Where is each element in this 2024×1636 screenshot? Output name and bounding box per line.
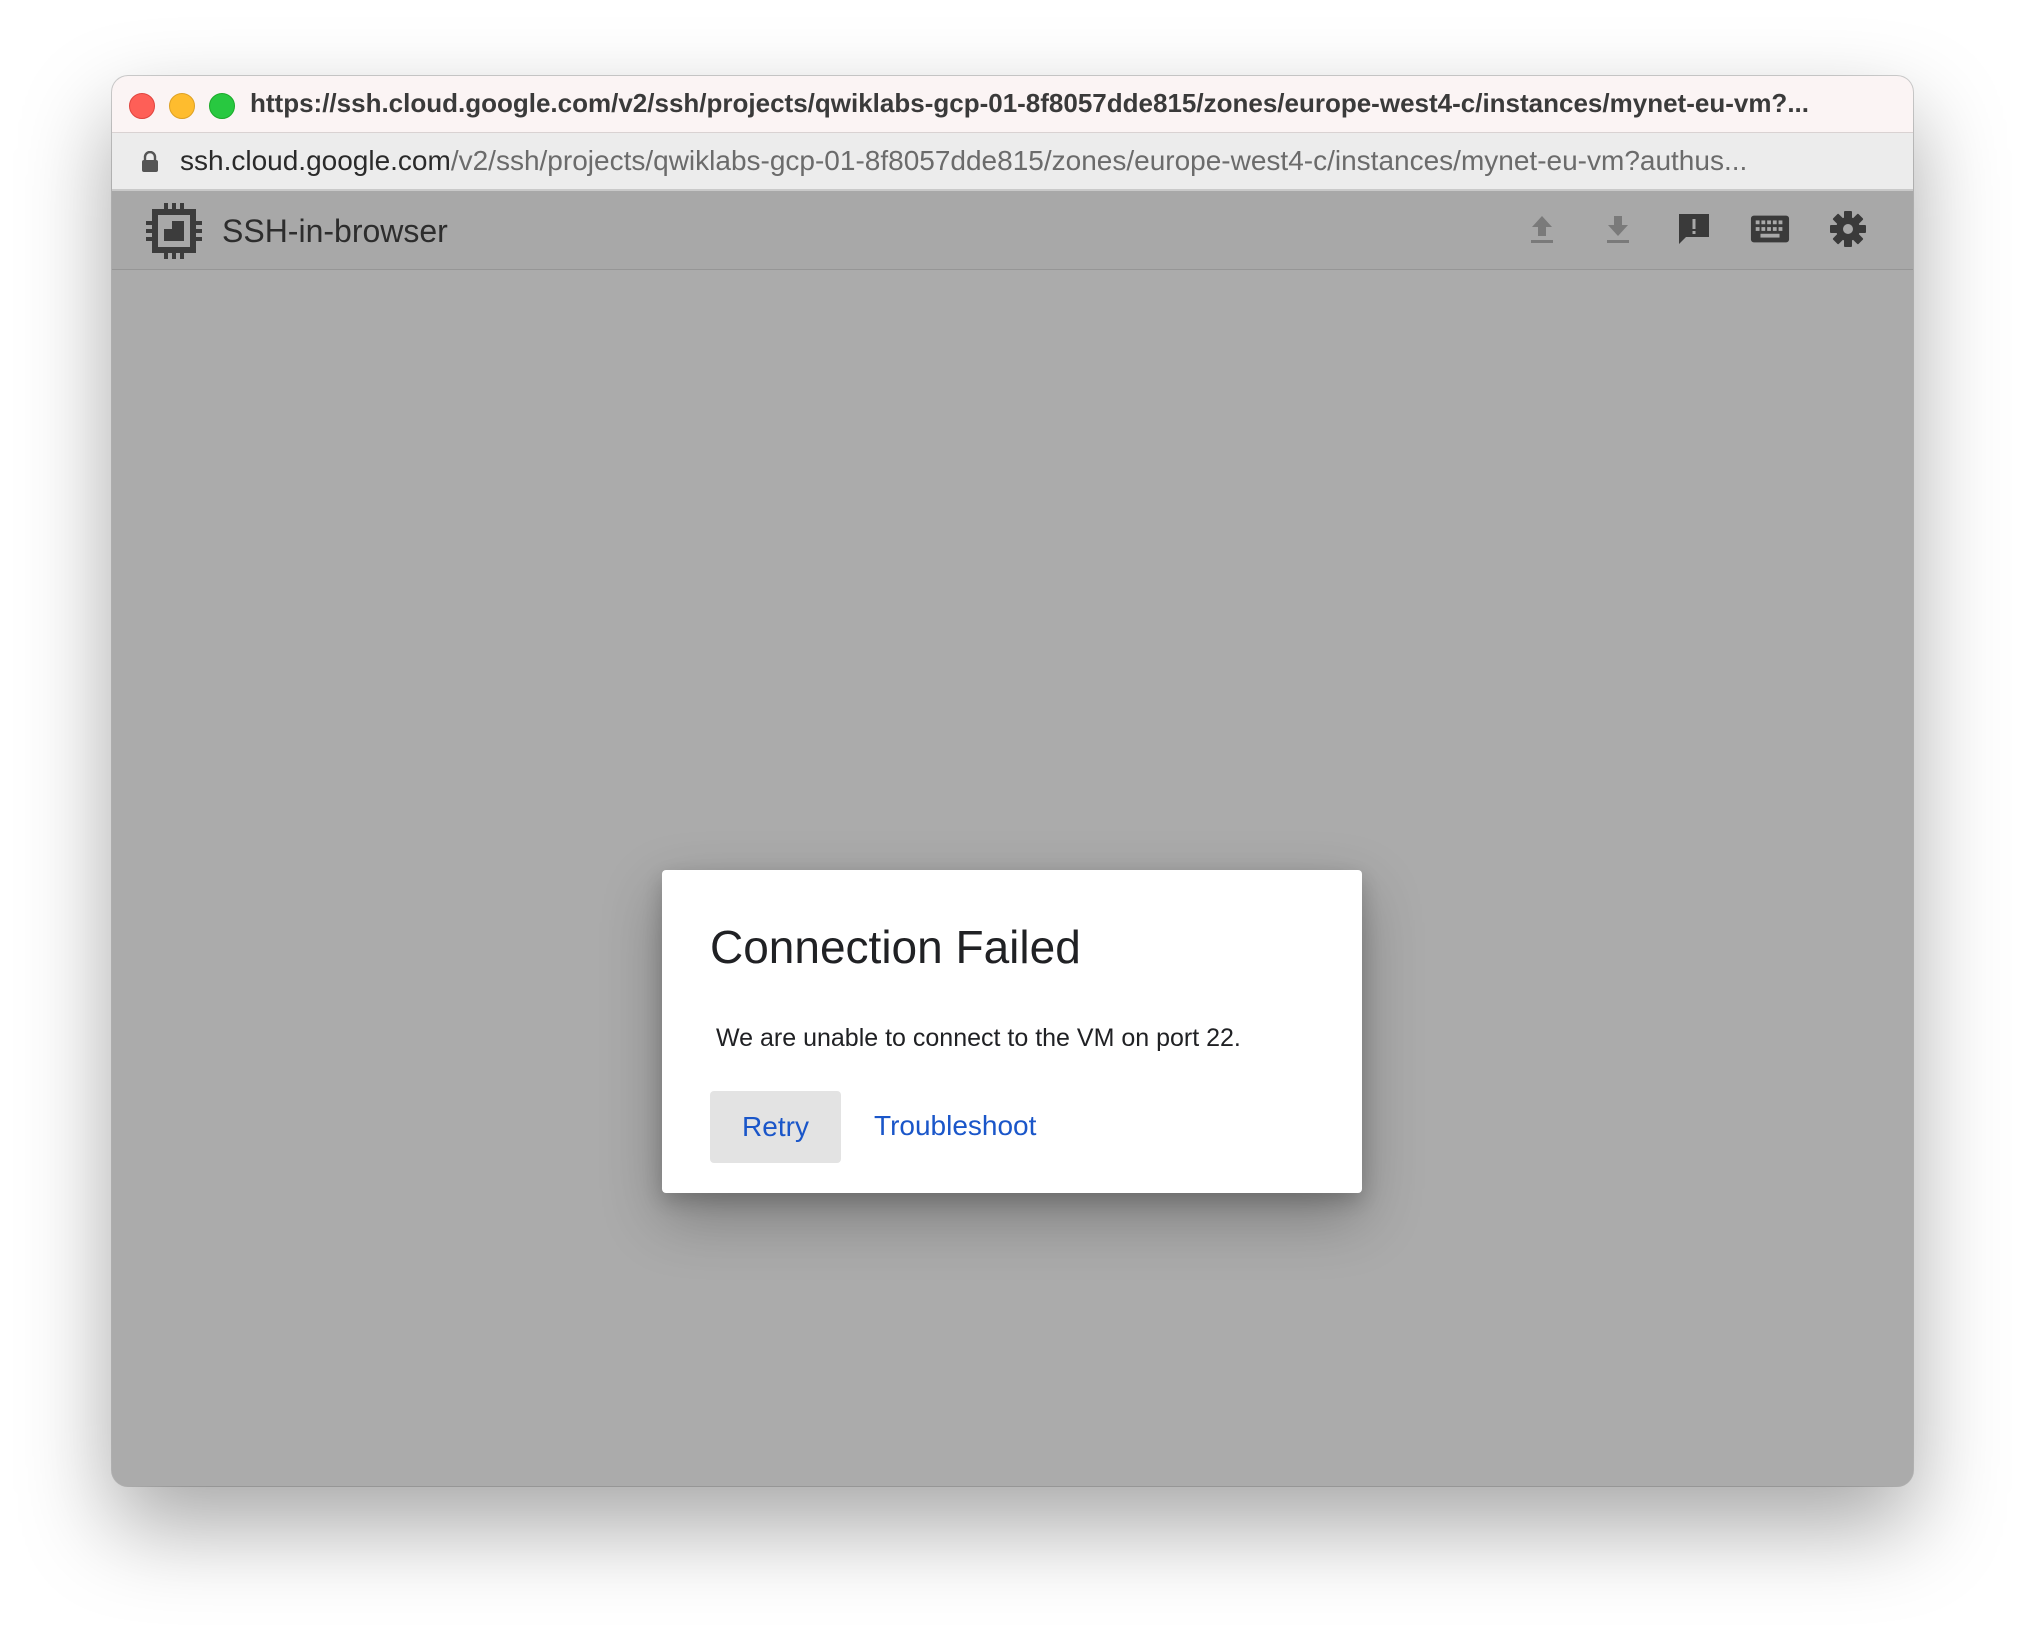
troubleshoot-link[interactable]: Troubleshoot xyxy=(874,1110,1036,1142)
upload-icon[interactable] xyxy=(1522,209,1562,249)
dialog-title: Connection Failed xyxy=(710,921,1081,973)
connection-failed-dialog: Connection Failed We are unable to conne… xyxy=(662,870,1362,1193)
url-text[interactable]: ssh.cloud.google.com/v2/ssh/projects/qwi… xyxy=(180,145,1880,177)
terminal-area: Connection Failed We are unable to conne… xyxy=(112,270,1913,1486)
window-titlebar: https://ssh.cloud.google.com/v2/ssh/proj… xyxy=(112,76,1913,133)
window-title: https://ssh.cloud.google.com/v2/ssh/proj… xyxy=(250,88,1809,118)
minimize-window-button[interactable] xyxy=(169,93,195,119)
url-host: ssh.cloud.google.com xyxy=(180,145,451,176)
feedback-icon[interactable] xyxy=(1674,209,1714,249)
keyboard-icon[interactable] xyxy=(1750,209,1790,249)
dialog-message: We are unable to connect to the VM on po… xyxy=(716,1024,1241,1052)
close-window-button[interactable] xyxy=(129,93,155,119)
app-title: SSH-in-browser xyxy=(222,213,448,249)
chip-icon xyxy=(146,203,202,259)
app-header: SSH-in-browser xyxy=(112,191,1913,270)
zoom-window-button[interactable] xyxy=(209,93,235,119)
retry-button[interactable]: Retry xyxy=(710,1091,841,1163)
lock-icon xyxy=(142,151,158,172)
address-bar[interactable]: ssh.cloud.google.com/v2/ssh/projects/qwi… xyxy=(112,133,1913,191)
download-icon[interactable] xyxy=(1598,209,1638,249)
url-path: /v2/ssh/projects/qwiklabs-gcp-01-8f8057d… xyxy=(450,145,1748,176)
browser-window: https://ssh.cloud.google.com/v2/ssh/proj… xyxy=(112,76,1913,1486)
gear-icon[interactable] xyxy=(1828,209,1868,249)
